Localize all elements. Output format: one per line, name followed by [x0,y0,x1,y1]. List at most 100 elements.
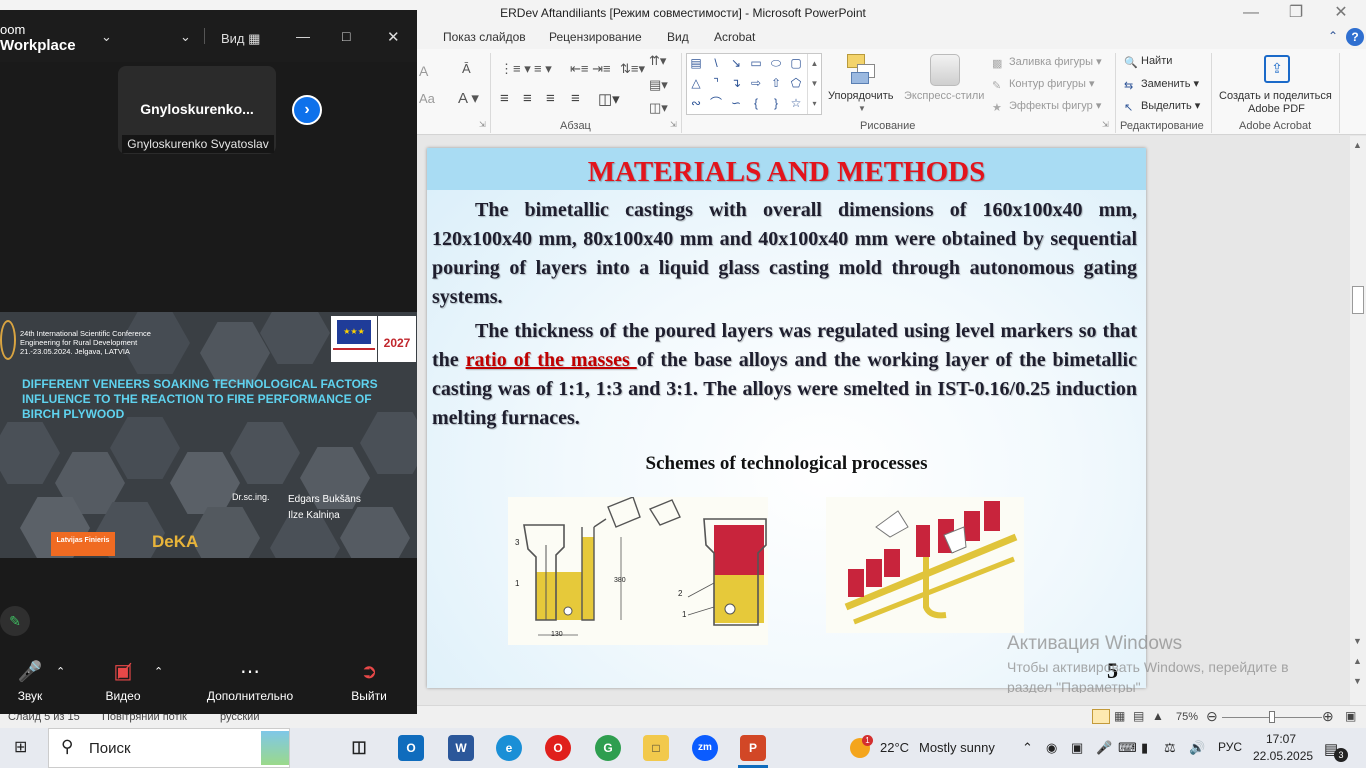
tab-acrobat[interactable]: Acrobat [714,30,755,44]
font-color-icon[interactable]: A ▾ [458,89,479,107]
replace-button[interactable]: ⇆ Заменить ▾ [1124,77,1199,92]
video-button[interactable]: ▣̸ Видео [100,655,146,703]
microphone-icon[interactable]: 🎤 [1096,740,1112,756]
brace-left-icon[interactable]: { [748,96,764,110]
clock-date[interactable]: 22.05.2025 [1253,749,1313,763]
weather-desc[interactable]: Mostly sunny [919,740,995,755]
create-share-pdf-button-line2[interactable]: Adobe PDF [1248,103,1305,115]
zoom-in-icon[interactable]: ⊕ [1322,708,1334,725]
curve-icon[interactable]: ∽ [728,96,744,110]
help-icon[interactable]: ⌃ [1328,29,1338,43]
elbow-connector-icon[interactable]: ⌝ [708,76,724,90]
find-button[interactable]: 🔍 Найти [1124,55,1172,69]
slide-title[interactable]: MATERIALS AND METHODS [427,156,1146,189]
arrange-button[interactable]: Упорядочить [828,90,893,102]
more-button[interactable]: ⋯ Дополнительно [200,655,300,703]
language-indicator[interactable]: РУС [1218,740,1242,754]
outlook-icon[interactable]: O [398,735,424,761]
smartart-icon[interactable]: ◫▾ [649,100,668,116]
select-button[interactable]: ↖ Выделить ▾ [1124,99,1200,114]
shapes-gallery[interactable]: ▤ \ ↘ ▭ ⬭ ▢ △ ⌝ ↴ ⇨ ⇧ ⬠ ∾ ⌒ ∽ { } ☆ ▲ ▼ ▾ [686,53,822,115]
normal-view-icon[interactable] [1092,709,1110,724]
text-direction-icon[interactable]: ⇈▾ [649,53,666,69]
indent-icon[interactable]: ⇤≡ ⇥≡ [570,61,611,77]
prev-slide-icon[interactable]: ▲ [1353,656,1362,666]
zoom-out-icon[interactable]: ⊖ [1206,708,1218,725]
quick-styles-button[interactable]: Экспресс-стили [904,90,984,102]
paragraph-2[interactable]: The thickness of the poured layers was r… [432,317,1137,433]
leave-button[interactable]: ➲ Выйти [346,655,392,703]
opera-icon[interactable]: O [545,735,571,761]
slide[interactable]: MATERIALS AND METHODS The bimetallic cas… [427,148,1146,688]
zoom-slider-thumb[interactable] [1269,711,1275,723]
dialog-launcher-icon[interactable]: ⇲ [479,120,486,129]
taskbar-search[interactable]: ⚲ Поиск [48,728,290,768]
next-slide-icon[interactable]: ▼ [1353,676,1362,686]
bullets-icon[interactable]: ⋮≡ ▾ [500,61,531,77]
clear-format-icon[interactable]: Ā [462,61,471,76]
arrange-icon[interactable] [845,54,879,86]
align-center-icon[interactable]: ≡ [523,90,532,107]
align-left-icon[interactable]: ≡ [500,90,509,107]
camera-icon[interactable]: ▣ [1071,740,1083,756]
slideshow-icon[interactable]: ▲ [1152,709,1164,723]
close-button[interactable]: ✕ [387,28,400,46]
pentagon-icon[interactable]: ⬠ [788,76,804,90]
maximize-button[interactable]: □ [342,28,350,44]
zoom-app-icon[interactable]: zm [692,735,718,761]
tab-review[interactable]: Рецензирование [549,30,642,44]
change-case-icon[interactable]: Aa [419,91,435,106]
casting-scheme-left-image[interactable]: 3 1 2 1 130 380 [508,496,768,645]
slide-sorter-icon[interactable]: ▦ [1114,709,1125,723]
edge-icon[interactable]: e [496,735,522,761]
shape-effects-button[interactable]: ★ Эффекты фигур ▾ [992,99,1101,114]
dialog-launcher-icon[interactable]: ⇲ [670,120,677,129]
elbow-arrow-icon[interactable]: ↴ [728,76,744,90]
line-spacing-icon[interactable]: ⇅≡▾ [620,61,645,77]
shared-screen[interactable]: 24th International Scientific Conference… [0,312,417,558]
gallery-scroll[interactable]: ▲ ▼ ▾ [807,54,821,114]
right-arrow-icon[interactable]: ⇨ [748,76,764,90]
star-icon[interactable]: ☆ [788,96,804,110]
chevron-up-icon[interactable]: ⌃ [154,665,163,678]
create-share-pdf-button[interactable]: Создать и поделиться [1219,90,1332,102]
scroll-up-icon[interactable]: ▲ [1353,140,1362,150]
weather-temp[interactable]: 22°C [880,740,909,755]
ratio-link[interactable]: ratio of the masses [466,349,637,371]
freeform-icon[interactable]: ∾ [688,96,704,110]
columns-icon[interactable]: ◫▾ [598,90,620,108]
annotate-pencil-icon[interactable]: ✎ [0,606,30,636]
quick-styles-icon[interactable] [930,54,960,86]
align-right-icon[interactable]: ≡ [546,90,555,107]
line-icon[interactable]: \ [708,56,724,70]
paragraph-1[interactable]: The bimetallic castings with overall dim… [432,196,1137,312]
help-icon[interactable]: ? [1346,28,1364,46]
chevron-down-icon[interactable]: ⌄ [180,29,191,45]
schemes-title[interactable]: Schemes of technological processes [427,453,1146,475]
arrow-line-icon[interactable]: ↘ [728,56,744,70]
scroll-down-icon[interactable]: ▼ [1353,636,1362,646]
audio-button[interactable]: 🎤 Звук [10,655,50,703]
network-icon[interactable]: ⚖ [1164,740,1176,756]
shape-fill-button[interactable]: ▩ Заливка фигуры ▾ [992,55,1102,70]
next-page-button[interactable]: › [292,95,322,125]
dialog-launcher-icon[interactable]: ⇲ [1102,120,1109,129]
minimize-button[interactable]: — [1236,3,1266,25]
justify-icon[interactable]: ≡ [571,90,580,107]
up-arrow-icon[interactable]: ⇧ [768,76,784,90]
tab-view[interactable]: Вид [667,30,689,44]
volume-icon[interactable]: 🔊 [1189,740,1205,756]
chevron-up-icon[interactable]: ⌃ [1022,740,1033,756]
scroll-thumb[interactable] [1352,286,1364,314]
chevron-up-icon[interactable]: ⌃ [56,665,65,678]
task-view-icon[interactable]: ◫ [346,735,372,761]
restore-button[interactable]: ❐ [1281,3,1311,25]
brace-right-icon[interactable]: } [768,96,784,110]
record-icon[interactable]: ◉ [1046,740,1057,756]
grow-font-icon[interactable]: A [419,63,428,79]
numbering-icon[interactable]: ≡ ▾ [534,61,552,77]
keyboard-icon[interactable]: ⌨ [1118,740,1137,756]
reading-view-icon[interactable]: ▤ [1133,709,1144,723]
file-explorer-icon[interactable]: □ [643,735,669,761]
align-text-icon[interactable]: ▤▾ [649,77,668,93]
